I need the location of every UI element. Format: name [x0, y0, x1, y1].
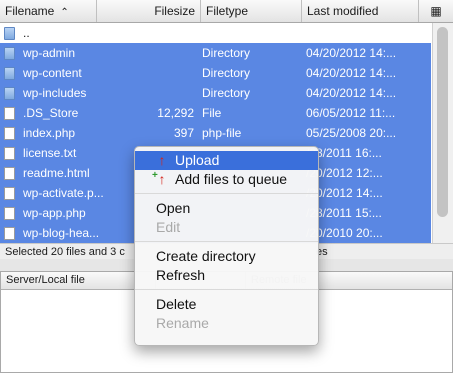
file-icon [4, 227, 15, 240]
menu-separator [135, 193, 318, 194]
file-row[interactable]: wp-admin Directory 04/20/2012 14:... [0, 43, 431, 63]
file-modified: 04/20/2012 14:... [306, 46, 397, 60]
file-modified: 04/20/2012 14:... [306, 86, 397, 100]
file-type: Directory [202, 86, 251, 100]
file-row[interactable]: .DS_Store 12,292 File 06/05/2012 11:... [0, 103, 431, 123]
menu-item-upload[interactable]: ↑ Upload [135, 151, 318, 170]
file-type: File [202, 106, 222, 120]
file-icon [4, 107, 15, 120]
file-name: readme.html [23, 166, 90, 180]
folder-icon [4, 27, 15, 40]
file-list-header: Filename ⌃ Filesize Filetype Last modifie… [0, 0, 453, 23]
file-name: wp-blog-hea... [23, 226, 100, 240]
file-name: index.php [23, 126, 76, 140]
column-header-last-modified[interactable]: Last modified [302, 0, 419, 22]
column-header-filesize[interactable]: Filesize [97, 0, 201, 22]
file-size: 397 [173, 126, 194, 140]
scrollbar-thumb[interactable] [437, 27, 448, 217]
menu-item-edit: Edit [135, 218, 318, 237]
menu-item-label: Edit [156, 219, 181, 235]
menu-item-rename: Rename [135, 314, 318, 333]
menu-separator [135, 241, 318, 242]
file-row[interactable]: index.php 397 php-file 05/25/2008 20:... [0, 123, 431, 143]
menu-item-refresh[interactable]: Refresh [135, 266, 318, 285]
file-modified: 04/20/2012 14:... [306, 66, 397, 80]
menu-item-label: Open [156, 200, 191, 216]
column-header-filetype[interactable]: Filetype [201, 0, 302, 22]
file-modified: /28/2011 15:... [306, 206, 382, 220]
file-row[interactable]: wp-includes Directory 04/20/2012 14:... [0, 83, 431, 103]
menu-item-label: Add files to queue [175, 171, 288, 187]
folder-icon [4, 47, 15, 60]
menu-item-label: Delete [156, 296, 197, 312]
add-to-queue-icon: ↑ + [152, 170, 166, 187]
column-picker-icon[interactable]: ▦ [419, 0, 453, 22]
column-header-filename[interactable]: Filename ⌃ [0, 0, 97, 22]
menu-separator [135, 289, 318, 290]
menu-item-label: Upload [175, 152, 220, 168]
file-modified: /08/2011 16:... [306, 146, 382, 160]
file-name: wp-includes [23, 86, 87, 100]
file-icon [4, 167, 15, 180]
file-modified: 05/25/2008 20:... [306, 126, 397, 140]
menu-item-delete[interactable]: Delete [135, 295, 318, 314]
menu-item-label: Refresh [156, 267, 206, 283]
file-name: wp-activate.p... [23, 186, 104, 200]
file-name: wp-content [23, 66, 82, 80]
file-type: php-file [202, 126, 242, 140]
file-name: wp-app.php [23, 206, 86, 220]
queue-column-server-local-file[interactable]: Server/Local file [1, 272, 156, 289]
menu-item-create-directory[interactable]: Create directory [135, 247, 318, 266]
file-icon [4, 127, 15, 140]
file-name: .DS_Store [23, 106, 79, 120]
file-name: .. [23, 26, 30, 40]
sort-ascending-icon: ⌃ [60, 7, 69, 18]
file-modified: /20/2012 12:... [306, 166, 383, 180]
column-header-filename-label: Filename [5, 4, 55, 18]
folder-icon [4, 87, 15, 100]
file-type: Directory [202, 66, 251, 80]
file-icon [4, 147, 15, 160]
file-modified: /20/2010 20:... [306, 226, 383, 240]
menu-item-label: Create directory [156, 248, 256, 264]
file-name: wp-admin [23, 46, 76, 60]
status-text: Selected 20 files and 3 c [5, 246, 125, 258]
file-icon [4, 187, 15, 200]
file-size: 12,292 [157, 106, 194, 120]
menu-item-label: Rename [156, 315, 209, 331]
file-modified: 06/05/2012 11:... [306, 106, 396, 120]
upload-icon: ↑ [158, 152, 166, 168]
context-menu: ↑ Upload ↑ + Add files to queue Open Edit Creat… [134, 146, 319, 346]
menu-item-add-files-to-queue[interactable]: ↑ + Add files to queue [135, 170, 318, 189]
folder-icon [4, 67, 15, 80]
file-row[interactable]: .. [0, 23, 431, 43]
vertical-scrollbar[interactable] [432, 23, 453, 243]
menu-item-open[interactable]: Open [135, 199, 318, 218]
file-icon [4, 207, 15, 220]
file-modified: /20/2012 14:... [306, 186, 383, 200]
file-name: license.txt [23, 146, 77, 160]
file-type: Directory [202, 46, 251, 60]
file-row[interactable]: wp-content Directory 04/20/2012 14:... [0, 63, 431, 83]
